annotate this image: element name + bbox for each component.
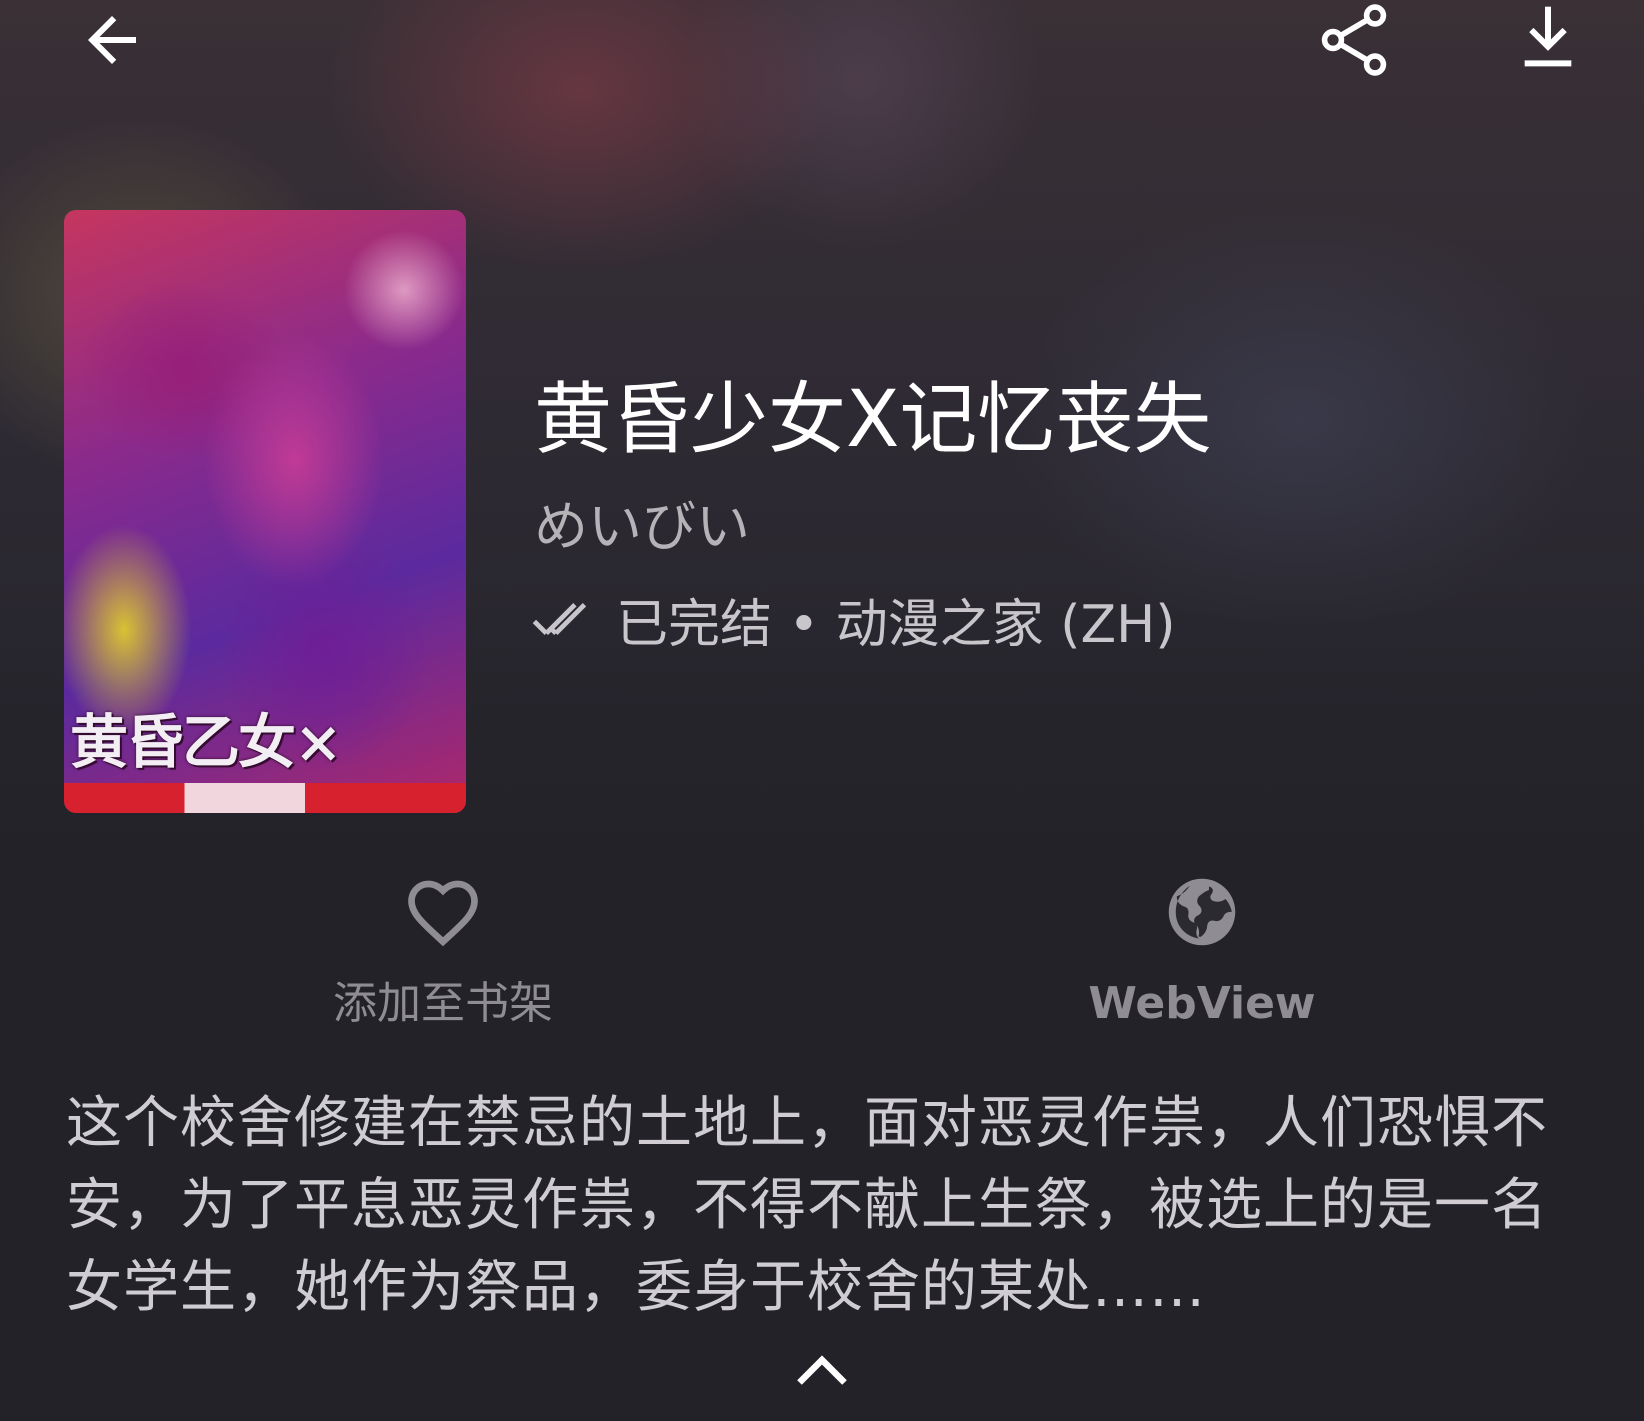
description-text[interactable]: 这个校舍修建在禁忌的土地上，面对恶灵作祟，人们恐惧不安，为了平息恶灵作祟，不得不… bbox=[66, 1083, 1576, 1329]
arrow-back-icon bbox=[88, 16, 136, 64]
download-button[interactable] bbox=[1500, 0, 1596, 80]
expand-description-button[interactable] bbox=[782, 1330, 862, 1410]
manga-details-screen: 黄昏乙女× 黄昏少女X记忆丧失 めいびい 已完结 • 动漫之家 (ZH) 添加至… bbox=[0, 0, 1644, 1421]
add-to-library-button[interactable]: 添加至书架 bbox=[253, 870, 633, 1050]
done-all-icon bbox=[532, 603, 587, 635]
webview-label: WebView bbox=[1088, 978, 1316, 1029]
add-to-library-label: 添加至书架 bbox=[333, 978, 553, 1029]
webview-button[interactable]: WebView bbox=[1012, 870, 1392, 1050]
status-text: 已完结 • 动漫之家 (ZH) bbox=[616, 594, 1176, 655]
cover-band bbox=[64, 783, 466, 813]
heart-outline-icon bbox=[408, 880, 478, 947]
cover-art-title: 黄昏乙女× bbox=[70, 708, 343, 776]
cover-image[interactable]: 黄昏乙女× bbox=[64, 210, 466, 813]
share-icon bbox=[1321, 4, 1387, 76]
manga-title[interactable]: 黄昏少女X记忆丧失 bbox=[534, 372, 1211, 468]
chevron-up-icon bbox=[797, 1355, 847, 1385]
back-button[interactable] bbox=[64, 0, 160, 80]
share-button[interactable] bbox=[1306, 0, 1402, 80]
download-icon bbox=[1524, 6, 1572, 67]
manga-author[interactable]: めいびい bbox=[534, 494, 750, 560]
globe-icon bbox=[1168, 878, 1236, 946]
status-row: 已完结 • 动漫之家 (ZH) bbox=[532, 586, 1176, 655]
